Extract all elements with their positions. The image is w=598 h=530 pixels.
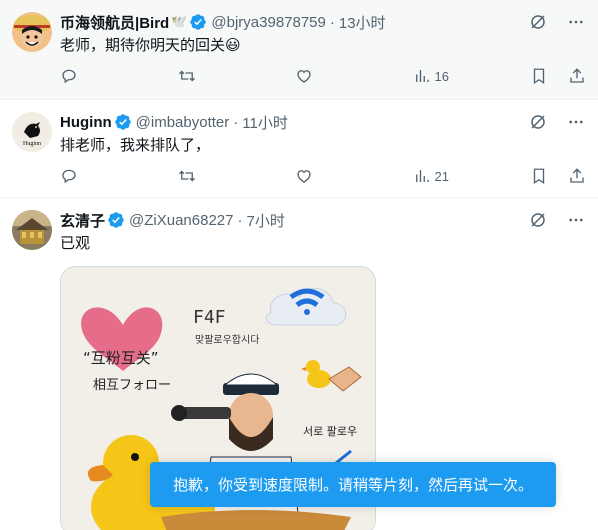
grok-icon[interactable]	[528, 112, 548, 132]
timestamp[interactable]: 11小时	[242, 112, 288, 133]
handle[interactable]: @ZiXuan68227	[129, 212, 233, 229]
like-button[interactable]	[295, 67, 365, 85]
more-icon[interactable]	[566, 12, 586, 32]
rate-limit-toast: 抱歉，你受到速度限制。请稍等片刻，然后再试一次。	[150, 462, 556, 507]
handle[interactable]: @imbabyotter	[136, 114, 230, 131]
share-icon	[570, 168, 584, 183]
reply-icon	[62, 69, 76, 84]
retweet-button[interactable]	[178, 67, 248, 85]
grok-icon[interactable]	[528, 210, 548, 230]
image-text-korean2: 서로 팔로우	[303, 425, 357, 438]
verified-icon	[107, 211, 125, 229]
timestamp[interactable]: 7小时	[246, 210, 284, 231]
bookmark-icon	[533, 168, 545, 185]
reply-button[interactable]	[60, 67, 130, 85]
reply-icon	[62, 169, 76, 184]
share-button[interactable]	[568, 67, 586, 85]
like-button[interactable]	[295, 167, 365, 185]
tweet-text: 排老师，我来排队了，	[60, 137, 211, 154]
like-icon	[297, 170, 311, 183]
separator: ·	[329, 13, 335, 31]
tweet-text: 已观	[60, 235, 91, 252]
image-text-japanese: 相互フォロー	[93, 378, 171, 393]
avatar-label: Huginn	[23, 141, 41, 147]
image-text-korean1: 맞팔로우합시다	[195, 334, 259, 346]
bookmark-button[interactable]	[530, 167, 548, 185]
image-text-mutual: “互粉互关”	[83, 349, 159, 367]
verified-icon	[189, 13, 207, 31]
separator: ·	[237, 211, 243, 229]
tweet[interactable]: 币海领航员|Bird 🕊️ @bjrya39878759 · 13小时 老师，期…	[0, 0, 598, 100]
tweet-header: Huginn @imbabyotter · 11小时	[60, 112, 586, 132]
views-icon	[415, 70, 429, 82]
views-icon	[415, 170, 429, 182]
views-button[interactable]: 21	[413, 167, 483, 185]
timestamp[interactable]: 13小时	[339, 12, 386, 33]
reply-button[interactable]	[60, 167, 130, 185]
display-name[interactable]: 币海领航员|Bird	[60, 12, 169, 33]
views-button[interactable]: 16	[413, 67, 483, 85]
display-name[interactable]: Huginn	[60, 114, 112, 131]
tweet-actions: 16	[60, 66, 586, 86]
retweet-icon	[178, 70, 195, 82]
tweet-header: 玄清子 @ZiXuan68227 · 7小时	[60, 210, 586, 230]
retweet-icon	[178, 170, 195, 182]
verified-icon	[114, 113, 132, 131]
bird-emoji: 🕊️	[171, 14, 188, 29]
views-count: 21	[434, 168, 449, 184]
avatar[interactable]: Huginn	[12, 112, 52, 152]
handle[interactable]: @bjrya39878759	[211, 14, 325, 31]
like-icon	[297, 70, 311, 83]
retweet-button[interactable]	[178, 167, 248, 185]
more-icon[interactable]	[566, 112, 586, 132]
bookmark-button[interactable]	[530, 67, 548, 85]
bookmark-icon	[533, 68, 545, 85]
views-count: 16	[434, 68, 449, 84]
grok-icon[interactable]	[528, 12, 548, 32]
share-icon	[570, 68, 584, 83]
tweet-actions: 21	[60, 166, 586, 186]
avatar[interactable]	[12, 12, 52, 52]
tweet-text: 老师，期待你明天的回关😃	[60, 37, 241, 54]
separator: ·	[233, 113, 239, 131]
display-name[interactable]: 玄清子	[60, 210, 105, 231]
share-button[interactable]	[568, 167, 586, 185]
image-text-f4f: F4F	[193, 307, 226, 328]
tweet-header: 币海领航员|Bird 🕊️ @bjrya39878759 · 13小时	[60, 12, 586, 32]
more-icon[interactable]	[566, 210, 586, 230]
avatar[interactable]	[12, 210, 52, 250]
tweet[interactable]: Huginn Huginn @imbabyotter · 11小时 排老师，我来…	[0, 100, 598, 198]
